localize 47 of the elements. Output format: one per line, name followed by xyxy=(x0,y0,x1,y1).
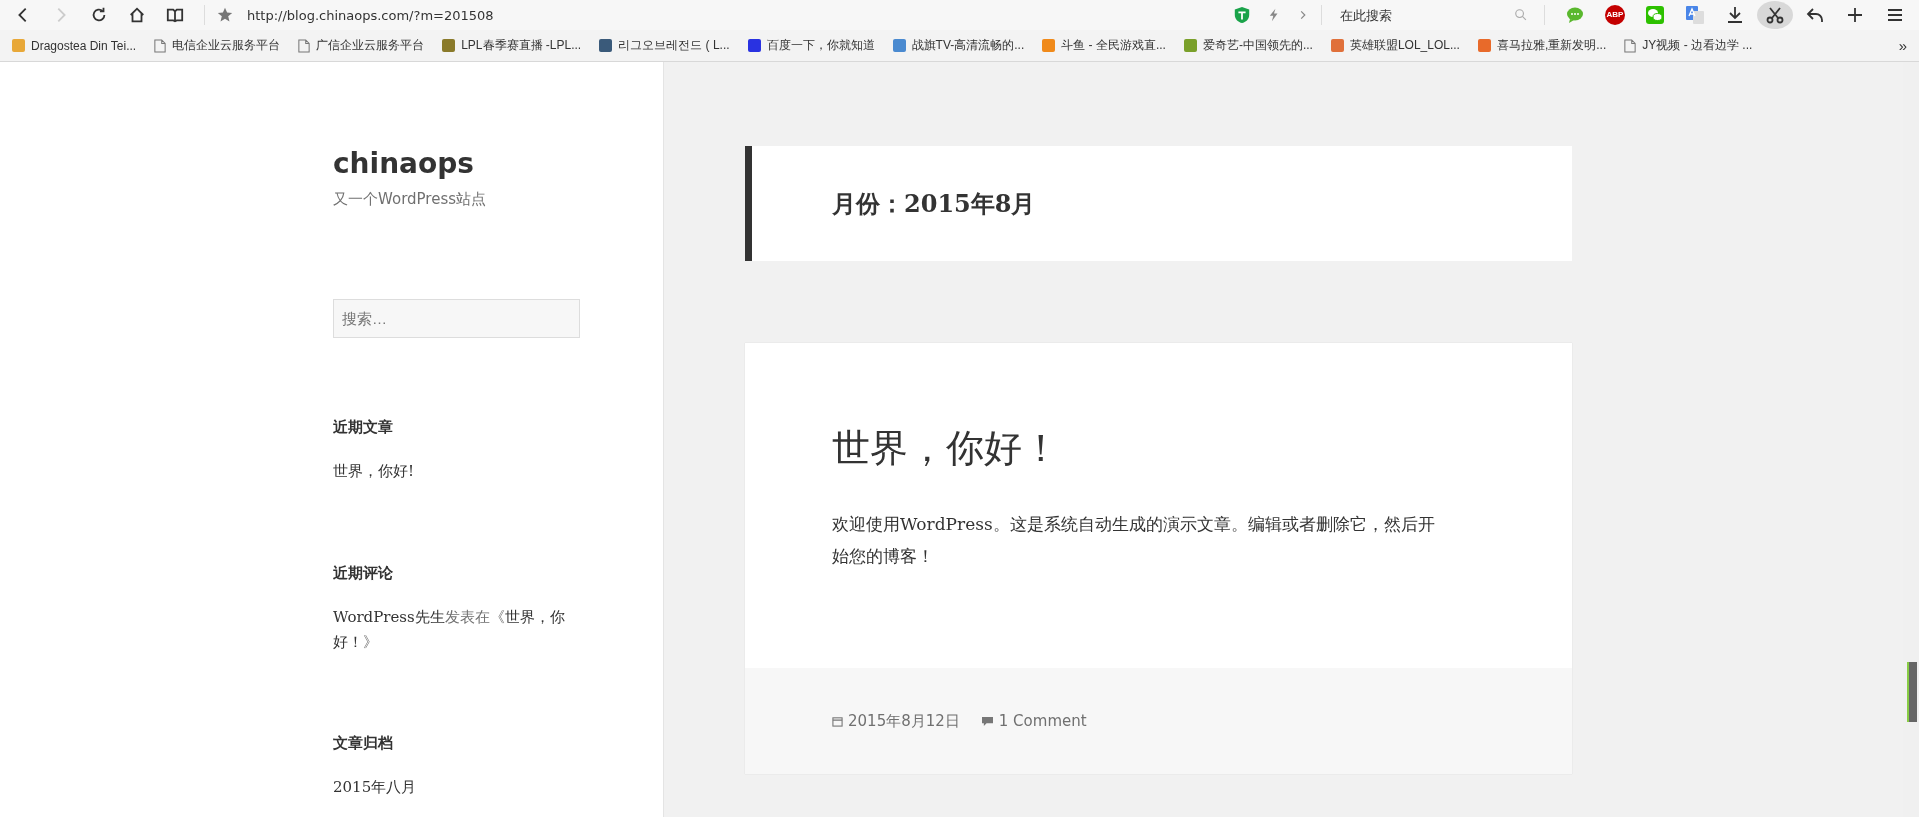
scrollbar-thumb[interactable] xyxy=(1907,662,1917,722)
comment-icon xyxy=(980,715,994,727)
site-tagline: 又一个WordPress站点 xyxy=(333,190,487,209)
translate-icon[interactable] xyxy=(1685,5,1705,25)
comments-link[interactable]: 1 Comment xyxy=(998,712,1087,730)
scissors-button[interactable] xyxy=(1757,1,1793,29)
page-icon xyxy=(154,38,167,53)
bookmark-link[interactable]: LPL春季赛直播 -LPL... xyxy=(442,37,582,54)
bookmark-link[interactable]: 喜马拉雅,重新发明... xyxy=(1477,37,1607,54)
widget-link[interactable]: 世界，你好! xyxy=(333,459,415,484)
bookmark-link[interactable]: JY视频 - 边看边学 ... xyxy=(1624,37,1753,54)
bookmark-link[interactable]: 리그오브레전드 ( L... xyxy=(599,37,730,54)
archive-title: 月份：2015年8月 xyxy=(832,187,1036,220)
post-title[interactable]: 世界，你好！ xyxy=(832,423,1447,474)
widget-title: 近期文章 xyxy=(333,418,393,437)
bookmark-link[interactable]: 英雄联盟LOL_LOL... xyxy=(1330,37,1460,54)
page-icon xyxy=(298,38,311,53)
reload-icon[interactable] xyxy=(90,6,108,24)
shield-icon[interactable] xyxy=(1233,6,1251,24)
page-icon xyxy=(1624,38,1637,53)
bookmark-link[interactable]: 百度一下，你就知道 xyxy=(747,37,875,54)
widget-link[interactable]: 2015年八月 xyxy=(333,775,417,800)
plus-icon[interactable] xyxy=(1845,5,1865,25)
home-icon[interactable] xyxy=(128,6,146,24)
scissors-icon[interactable] xyxy=(1765,5,1785,25)
undo-icon[interactable] xyxy=(1805,5,1825,25)
download-icon[interactable] xyxy=(1725,5,1745,25)
bookmark-link[interactable]: Dragostea Din Tei... xyxy=(12,38,137,53)
widget-title: 文章归档 xyxy=(333,734,393,754)
bookmark-link[interactable]: 电信企业云服务平台 xyxy=(154,37,281,54)
search-field[interactable]: 在此搜索 xyxy=(1338,6,1514,24)
more-bookmarks-button[interactable]: » xyxy=(1898,37,1907,54)
bookmark-link[interactable]: 爱奇艺-中国领先的... xyxy=(1183,37,1313,54)
calendar-icon xyxy=(832,715,843,727)
star-icon[interactable] xyxy=(217,7,233,23)
recent-comment[interactable]: WordPress先生发表在《世界，你好！》 xyxy=(333,604,580,655)
abp-button[interactable]: ABP xyxy=(1597,1,1633,29)
widget-title: 近期评论 xyxy=(333,563,393,583)
post-text: 欢迎使用WordPress。这是系统自动生成的演示文章。编辑或者删除它，然后开始您的博客！ xyxy=(832,513,1436,568)
site-title[interactable]: chinaops xyxy=(333,150,474,178)
search-field[interactable]: 搜索… xyxy=(333,299,580,338)
bookmark-link[interactable]: 斗鱼 - 全民游戏直... xyxy=(1042,37,1166,54)
bookmark-link[interactable]: 广信企业云服务平台 xyxy=(298,37,425,54)
bookmark-link[interactable]: 战旗TV-高清流畅的... xyxy=(892,37,1025,54)
reader-icon[interactable] xyxy=(166,6,184,24)
address-bar[interactable]: http://blog.chinaops.com/?m=201508 xyxy=(247,7,1229,23)
post-date-link[interactable]: 2015年8月12日 xyxy=(848,711,960,731)
